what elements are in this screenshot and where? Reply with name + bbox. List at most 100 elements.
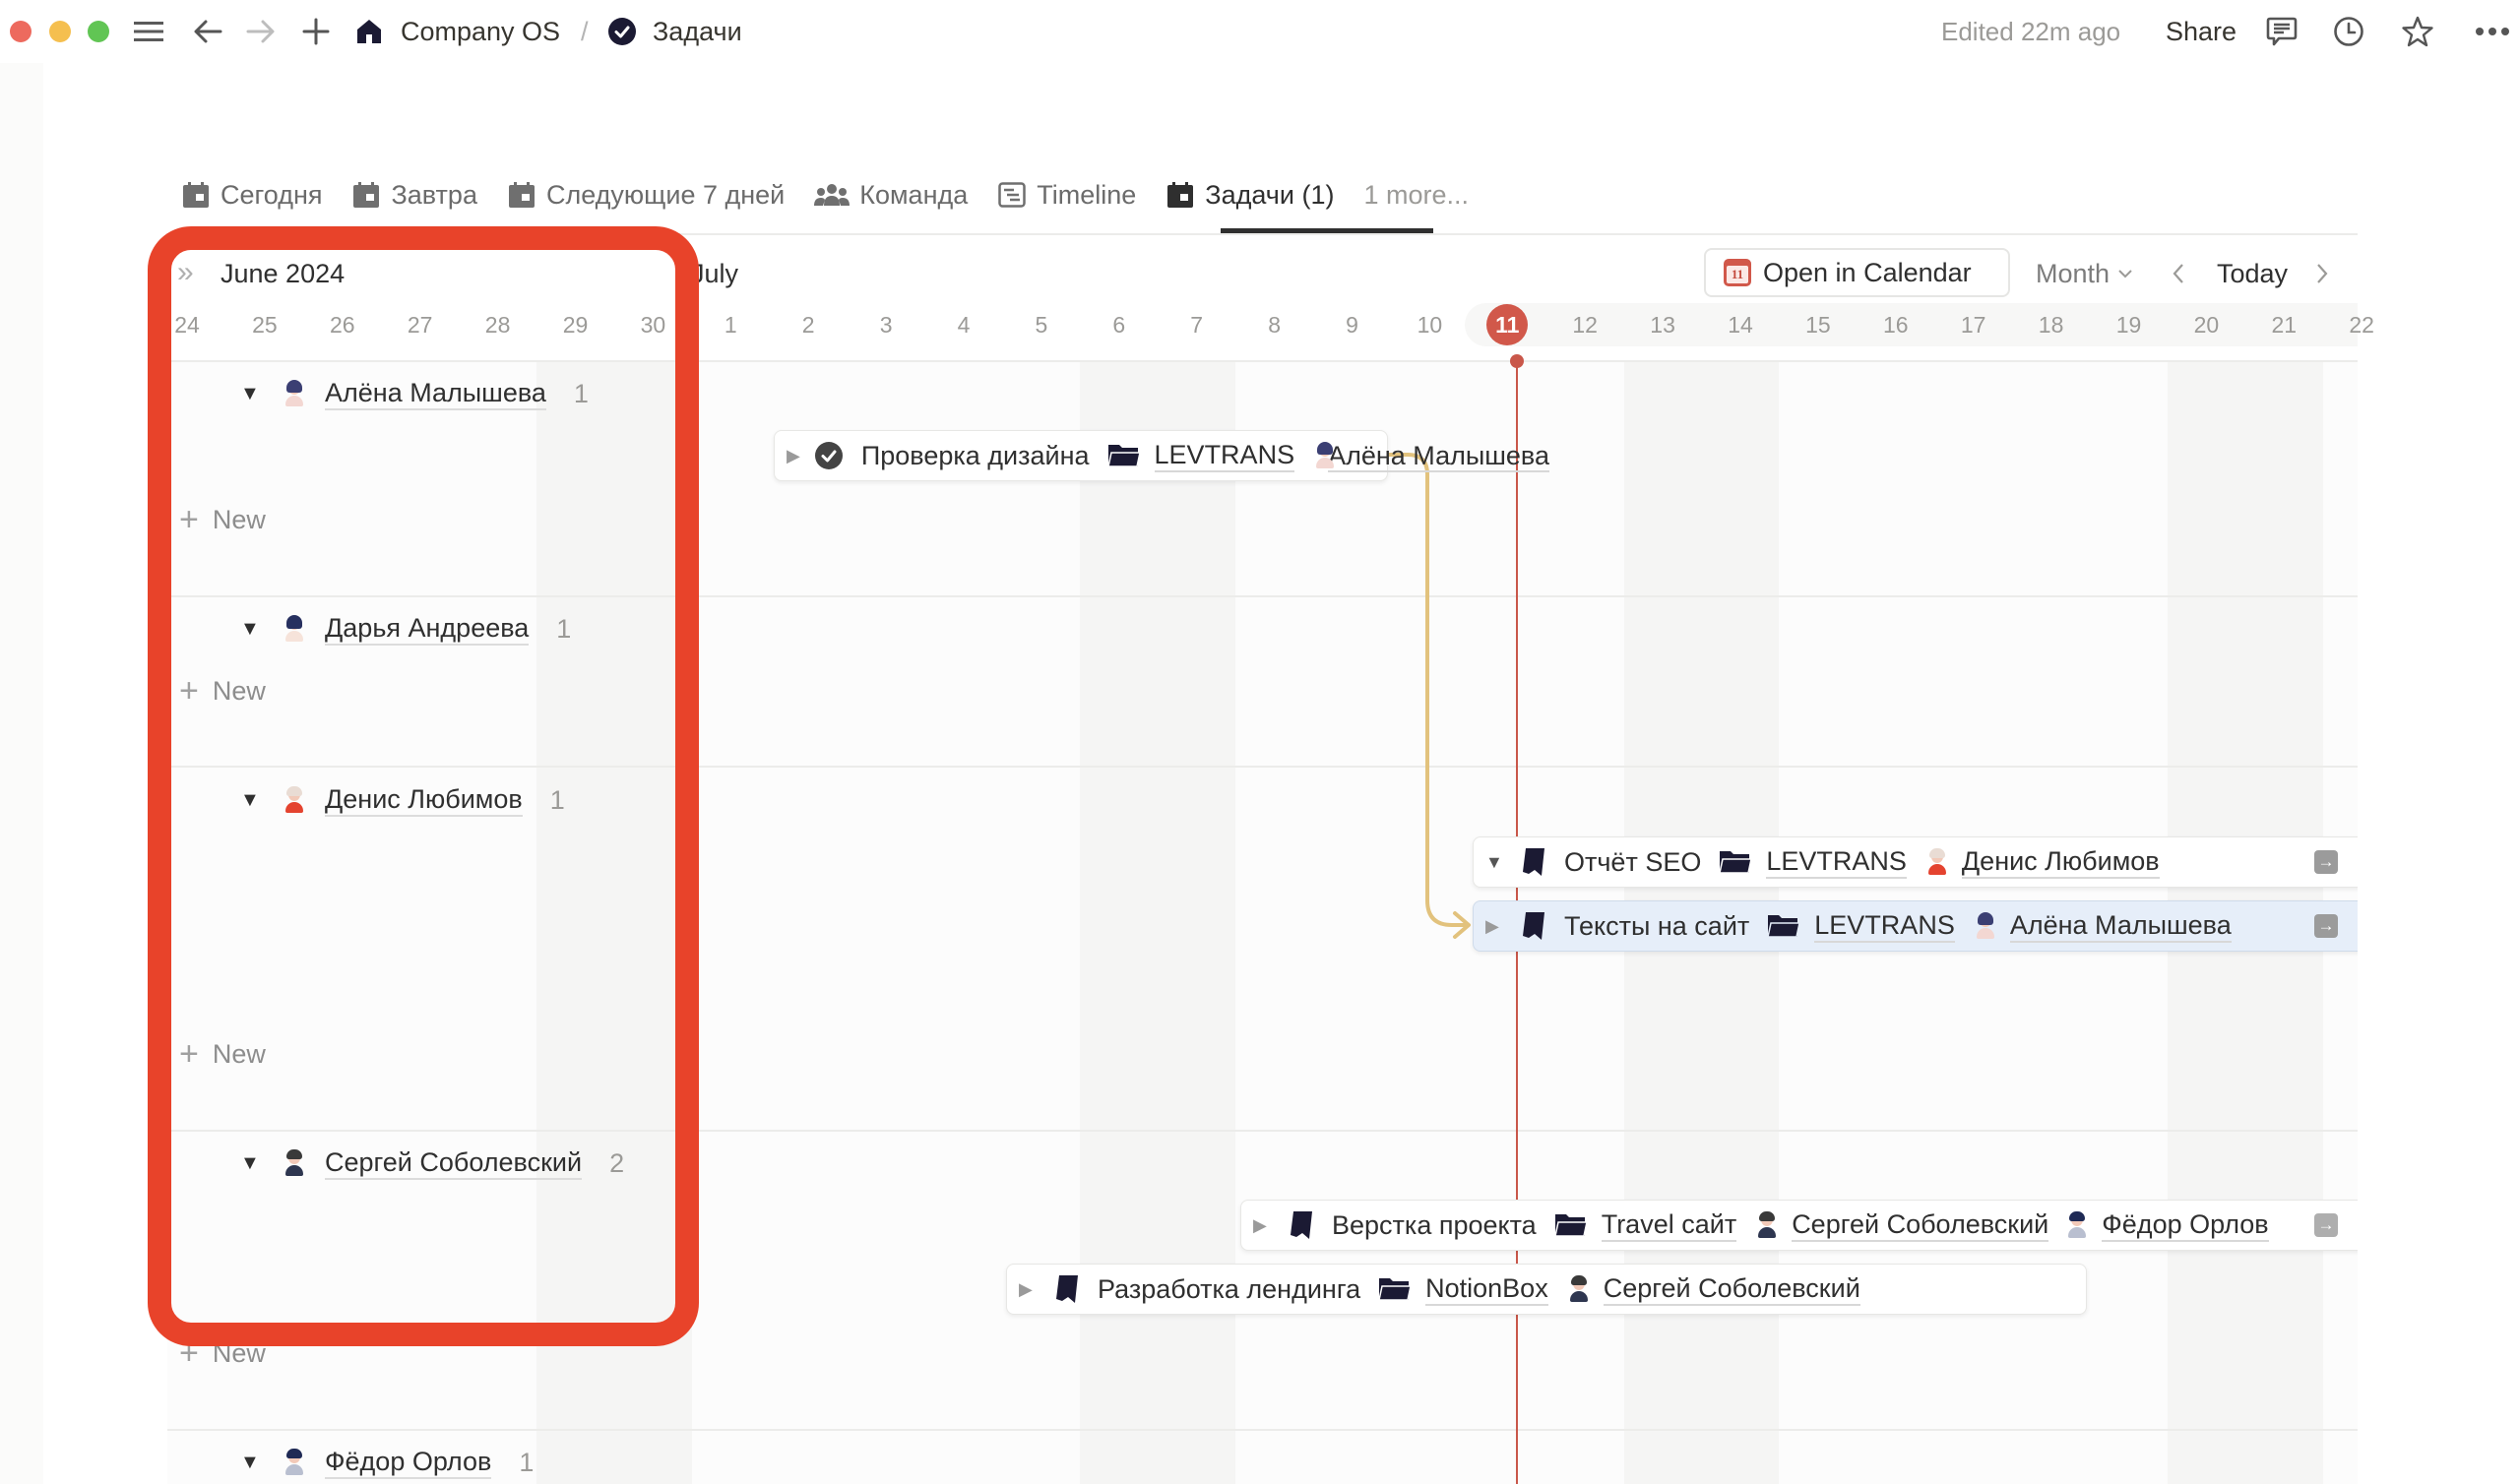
group-count: 1	[519, 1447, 535, 1477]
day-label: 9	[1346, 312, 1358, 338]
task-title: Тексты на сайт	[1564, 910, 1750, 941]
tabs-divider	[167, 233, 2358, 235]
expand-triangle-icon[interactable]: ▼	[240, 383, 260, 405]
task-title: Проверка дизайна	[860, 440, 1090, 470]
task-project[interactable]: LEVTRANS	[1766, 845, 1907, 879]
task-bar[interactable]: ▼ Отчёт SEO LEVTRANS Денис Любимов	[1473, 836, 2358, 888]
new-task-button[interactable]: + New	[179, 1333, 266, 1373]
last-edited-text: Edited 22m ago	[1941, 16, 2121, 46]
new-task-button[interactable]: + New	[179, 671, 266, 711]
group-header[interactable]: ▼ Фёдор Орлов 1	[240, 1443, 534, 1482]
open-task-arrow-icon[interactable]: →	[2314, 850, 2338, 874]
share-button[interactable]: Share	[2166, 14, 2236, 49]
group-header[interactable]: ▼ Алёна Малышева 1	[240, 374, 589, 413]
tab-timeline[interactable]: Timeline	[997, 173, 1136, 216]
group-header[interactable]: ▼ Дарья Андреева 1	[240, 609, 571, 649]
group-header[interactable]: ▼ Сергей Соболевский 2	[240, 1144, 624, 1183]
plus-icon: +	[179, 501, 199, 538]
sidebar-menu-icon[interactable]	[132, 14, 165, 49]
plus-icon: +	[179, 672, 199, 710]
group-count: 2	[609, 1147, 625, 1178]
day-label: 12	[1572, 312, 1598, 338]
avatar-icon	[284, 786, 305, 814]
day-label: 8	[1268, 312, 1281, 338]
range-select-value: Month	[2036, 258, 2110, 288]
group-count: 1	[573, 378, 589, 408]
new-task-button[interactable]: + New	[179, 500, 266, 539]
tab-team[interactable]: Команда	[814, 173, 968, 216]
tab-next-7-days[interactable]: Следующие 7 дней	[507, 173, 785, 216]
plus-icon: +	[179, 1035, 199, 1073]
window-zoom-button[interactable]	[88, 21, 109, 42]
folder-icon	[1378, 1276, 1413, 1302]
tab-tasks[interactable]: Задачи (1)	[1166, 173, 1334, 216]
expand-triangle-icon[interactable]: ▼	[240, 1452, 260, 1474]
range-select[interactable]: Month	[2036, 254, 2133, 293]
expand-triangle-icon[interactable]: ▶	[787, 446, 800, 466]
collapse-triangle-icon[interactable]: ▼	[1485, 852, 1507, 873]
expand-triangle-icon[interactable]: ▼	[240, 1152, 260, 1175]
breadcrumb-zadachi[interactable]: Задачи	[653, 14, 742, 49]
today-button[interactable]: Today	[2217, 254, 2288, 293]
open-task-arrow-icon[interactable]: →	[2314, 914, 2338, 938]
task-project[interactable]: LEVTRANS	[1814, 909, 1955, 943]
task-project[interactable]: Travel сайт	[1601, 1208, 1737, 1242]
expand-triangle-icon[interactable]: ▼	[240, 618, 260, 641]
expand-triangle-icon[interactable]: ▼	[240, 789, 260, 812]
month-label-july: July	[691, 258, 739, 288]
avatar-icon	[1975, 912, 1996, 940]
group-name: Фёдор Орлов	[325, 1446, 492, 1479]
group-count: 1	[549, 784, 565, 815]
task-project[interactable]: LEVTRANS	[1154, 439, 1295, 472]
task-assignee[interactable]: Алёна Малышева	[2009, 909, 2232, 943]
history-icon[interactable]	[2331, 14, 2366, 49]
tab-more[interactable]: 1 more...	[1363, 173, 1469, 216]
new-task-button[interactable]: + New	[179, 1034, 266, 1074]
task-bar[interactable]: ▶ Проверка дизайна LEVTRANS Алёна Малыше…	[774, 430, 1549, 481]
calendar-icon	[1166, 180, 1195, 210]
day-label: 28	[484, 312, 511, 338]
new-page-plus-icon[interactable]	[299, 14, 333, 49]
expand-triangle-icon[interactable]: ▶	[1485, 916, 1507, 937]
window-minimize-button[interactable]	[49, 21, 71, 42]
expand-triangle-icon[interactable]: ▶	[1019, 1279, 1040, 1300]
tab-tomorrow[interactable]: Завтра	[351, 173, 477, 216]
more-icon[interactable]	[2475, 14, 2510, 49]
tab-today[interactable]: Сегодня	[181, 173, 322, 216]
breadcrumb-company-os[interactable]: Company OS	[401, 14, 560, 49]
weekend-column	[613, 362, 692, 1484]
task-assignee[interactable]: Денис Любимов	[1961, 845, 2160, 879]
open-task-arrow-icon[interactable]: →	[2314, 1213, 2338, 1237]
task-assignee[interactable]: Сергей Соболевский	[1603, 1272, 1860, 1306]
back-arrow-icon[interactable]	[191, 14, 224, 49]
tab-label: Сегодня	[220, 179, 323, 210]
task-project[interactable]: NotionBox	[1425, 1272, 1548, 1306]
task-assignee[interactable]: Сергей Соболевский	[1792, 1208, 2049, 1242]
folder-icon	[1553, 1212, 1588, 1238]
open-in-calendar-button[interactable]: 11 Open in Calendar	[1704, 248, 2010, 297]
previous-period-button[interactable]	[2172, 254, 2185, 293]
comments-icon[interactable]	[2264, 14, 2300, 49]
avatar-icon	[284, 1149, 305, 1177]
day-label: 27	[407, 312, 433, 338]
window-close-button[interactable]	[10, 21, 32, 42]
day-label: 17	[1960, 312, 1986, 338]
group-name: Алёна Малышева	[325, 377, 546, 410]
tab-label: Следующие 7 дней	[545, 179, 786, 210]
avatar-icon	[284, 380, 305, 407]
task-assignee[interactable]: Алёна Малышева	[1328, 440, 1549, 472]
task-bar[interactable]: ▶ Разработка лендинга NotionBox Сергей С…	[1006, 1264, 2087, 1315]
task-assignee[interactable]: Фёдор Орлов	[2102, 1208, 2269, 1242]
favorite-star-icon[interactable]	[2400, 14, 2435, 49]
day-label: 2	[801, 312, 815, 338]
task-bar-selected[interactable]: ▶ Тексты на сайт LEVTRANS Алёна Малышева	[1473, 900, 2358, 952]
expand-triangle-icon[interactable]: ▶	[1253, 1215, 1275, 1236]
task-bar[interactable]: ▶ Верстка проекта Travel сайт Сергей Соб…	[1240, 1200, 2358, 1251]
collapse-sidebar-icon[interactable]: »	[177, 258, 207, 287]
forward-arrow-icon[interactable]	[244, 14, 278, 49]
day-label: 29	[562, 312, 589, 338]
today-line-dot	[1510, 354, 1524, 368]
group-header[interactable]: ▼ Денис Любимов 1	[240, 780, 565, 820]
next-period-button[interactable]	[2315, 254, 2329, 293]
calendar-icon	[181, 180, 211, 210]
